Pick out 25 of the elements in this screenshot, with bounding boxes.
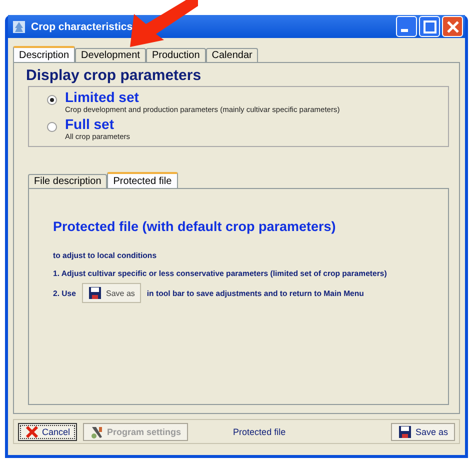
option-label[interactable]: Limited set	[65, 90, 340, 105]
section-heading: Display crop parameters	[26, 67, 202, 84]
tab[interactable]: File description	[28, 174, 108, 188]
window-title: Crop characteristics	[31, 20, 134, 32]
tab[interactable]: Development	[75, 48, 146, 62]
tools-icon	[90, 424, 104, 438]
tab[interactable]: Description	[13, 46, 76, 62]
tab[interactable]: Production	[146, 48, 206, 62]
cancel-button[interactable]: Cancel	[18, 422, 78, 440]
minimize-button[interactable]	[396, 16, 417, 37]
notice-title: Protected file (with default crop parameters)	[53, 219, 337, 234]
save-as-button[interactable]: Save as	[82, 283, 141, 303]
radio-button[interactable]	[47, 122, 57, 132]
minimize-icon	[401, 29, 408, 32]
app-icon	[12, 20, 26, 34]
radio-button[interactable]	[47, 95, 57, 105]
status-text: Protected file	[233, 426, 287, 436]
close-button[interactable]	[442, 16, 463, 37]
save-as-button[interactable]: Save as	[391, 422, 455, 440]
close-icon	[25, 424, 39, 438]
maximize-icon	[420, 18, 438, 36]
tab[interactable]: Calendar	[206, 48, 258, 62]
tab[interactable]: Protected file	[107, 172, 178, 188]
option-label[interactable]: Full set	[65, 117, 130, 132]
maximize-button[interactable]	[419, 16, 440, 37]
